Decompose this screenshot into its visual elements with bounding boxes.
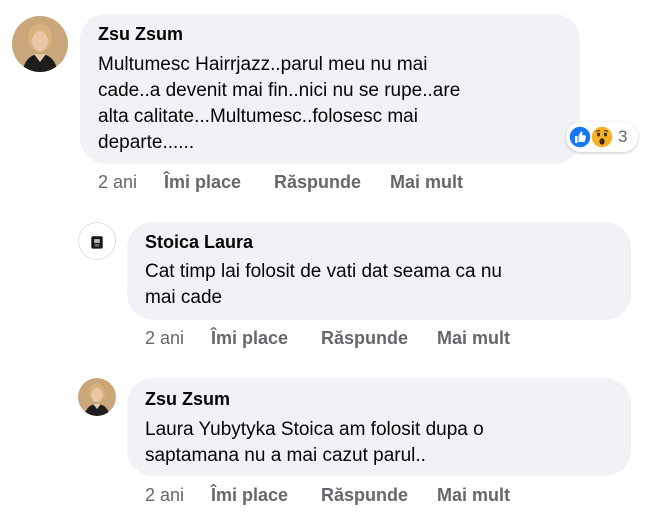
comment-text-line: mai cade	[145, 287, 223, 308]
comment-text: Multumesc Hairrjazz..parul meu nu mai ca…	[98, 52, 460, 156]
wow-icon	[590, 125, 614, 149]
avatar[interactable]	[78, 378, 116, 416]
reply-button[interactable]: Răspunde	[274, 172, 361, 193]
more-button[interactable]: Mai mult	[390, 172, 463, 193]
avatar-photo	[78, 378, 116, 416]
like-button[interactable]: Îmi place	[211, 485, 288, 506]
comment-timestamp[interactable]: 2 ani	[98, 172, 137, 193]
comment-text-line: saptamana nu a mai cazut parul..	[145, 445, 426, 466]
comment-text: Cat timp lai folosit de vati dat seama c…	[145, 259, 502, 311]
comment-text-line: departe......	[98, 132, 195, 153]
reply-button[interactable]: Răspunde	[321, 485, 408, 506]
comment-author[interactable]: Zsu Zsum	[145, 389, 230, 410]
comment-text-line: Cat timp lai folosit de vati dat seama c…	[145, 261, 502, 282]
comment-text: Laura Yubytyka Stoica am folosit dupa o …	[145, 417, 484, 469]
comment-text-line: cade..a devenit mai fin..nici nu se rupe…	[98, 80, 461, 101]
more-button[interactable]: Mai mult	[437, 485, 510, 506]
comment-author[interactable]: Stoica Laura	[145, 232, 253, 253]
like-icon	[568, 125, 592, 149]
avatar-photo	[79, 223, 115, 259]
avatar[interactable]	[78, 222, 116, 260]
more-button[interactable]: Mai mult	[437, 328, 510, 349]
avatar-photo	[12, 16, 68, 72]
reply-button[interactable]: Răspunde	[321, 328, 408, 349]
reaction-summary[interactable]: 3	[566, 122, 638, 152]
like-button[interactable]: Îmi place	[164, 172, 241, 193]
like-button[interactable]: Îmi place	[211, 328, 288, 349]
reaction-count: 3	[618, 127, 628, 146]
comment-text-line: alta calitate...Multumesc..folosesc mai	[98, 106, 418, 127]
avatar[interactable]	[12, 16, 68, 72]
comment-timestamp[interactable]: 2 ani	[145, 485, 184, 506]
comment-author[interactable]: Zsu Zsum	[98, 24, 183, 45]
comment-timestamp[interactable]: 2 ani	[145, 328, 184, 349]
comment-text-line: Multumesc Hairrjazz..parul meu nu mai	[98, 54, 428, 75]
comment-text-line: Laura Yubytyka Stoica am folosit dupa o	[145, 419, 484, 440]
